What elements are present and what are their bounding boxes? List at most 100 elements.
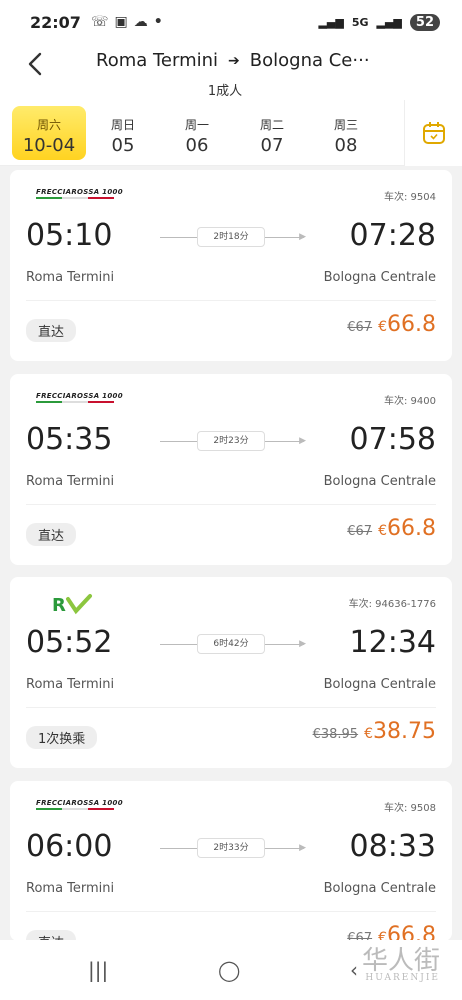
date-weekday: 周三 xyxy=(333,118,358,132)
arrow-head-icon: ▶ xyxy=(299,639,306,649)
date-tab-active[interactable]: 周六 10-04 xyxy=(12,106,86,160)
price: €67 €66.8 xyxy=(347,312,436,337)
divider xyxy=(26,707,436,708)
departure-station: Roma Termini xyxy=(26,677,115,692)
price: €67 €66.8 xyxy=(347,516,436,541)
destination-station: Bologna Ce··· xyxy=(249,50,370,71)
train-brand: R xyxy=(52,593,96,619)
route-type-badge: 1次换乘 xyxy=(26,726,98,749)
date-weekday: 周日 xyxy=(110,118,135,132)
date-number: 07 xyxy=(260,135,284,156)
date-tab[interactable]: 周三 08 xyxy=(309,106,383,160)
chevron-left-icon xyxy=(28,52,42,76)
duration: ▶ 2时33分 xyxy=(160,838,306,858)
duration-label: 2时23分 xyxy=(197,431,265,451)
train-number: 车次: 9508 xyxy=(384,803,436,814)
frecciarossa-logo-icon: FRECCIAROSSA 1000 xyxy=(36,799,123,810)
passenger-count: 1成人 xyxy=(207,84,243,99)
departure-time: 05:35 xyxy=(26,422,113,457)
route-type-badge: 直达 xyxy=(26,523,77,546)
brand-name: FRECCIAROSSA 1000 xyxy=(36,799,123,807)
arrow-head-icon: ▶ xyxy=(299,843,306,853)
current-price: 66.8 xyxy=(387,312,436,337)
duration: ▶ 6时42分 xyxy=(160,634,306,654)
duration-label: 2时33分 xyxy=(197,838,265,858)
date-number: 06 xyxy=(185,135,209,156)
train-card[interactable]: FRECCIAROSSA 1000 车次: 9400 05:35 ▶ 2时23分… xyxy=(10,374,452,565)
price: €38.95 €38.75 xyxy=(313,719,436,744)
duration-label: 6时42分 xyxy=(197,634,265,654)
train-card[interactable]: R 车次: 94636-1776 05:52 ▶ 6时42分 12:34 Rom… xyxy=(10,577,452,768)
departure-station: Roma Termini xyxy=(26,881,115,896)
date-selector: 周六 10-04 周日 05 周一 06 周二 07 周三 08 xyxy=(0,100,462,166)
calendar-icon xyxy=(422,122,445,144)
origin-station: Roma Termini xyxy=(96,50,219,71)
calendar-button[interactable] xyxy=(404,100,462,166)
arrow-right-icon: ➔ xyxy=(228,52,240,69)
arrival-time: 07:58 xyxy=(349,422,436,457)
arrow-head-icon: ▶ xyxy=(299,436,306,446)
route-type-badge: 直达 xyxy=(26,319,77,342)
duration: ▶ 2时18分 xyxy=(160,227,306,247)
arrival-time: 08:33 xyxy=(349,829,436,864)
rv-logo-icon: R xyxy=(52,594,92,616)
date-number: 10-04 xyxy=(22,135,76,156)
arrival-time: 12:34 xyxy=(349,625,436,660)
arrival-station: Bologna Centrale xyxy=(323,270,436,285)
route-title: Roma Termini ➔ Bologna Ce··· xyxy=(96,50,370,71)
network-label: 5G xyxy=(351,15,369,29)
back-nav-icon[interactable]: ‹ xyxy=(350,958,358,982)
departure-time: 05:10 xyxy=(26,218,113,253)
date-number: 08 xyxy=(334,135,358,156)
brand-name: FRECCIAROSSA 1000 xyxy=(36,392,123,400)
train-number: 车次: 94636-1776 xyxy=(348,599,436,610)
train-number: 车次: 9504 xyxy=(384,192,436,203)
notification-icon: ☏ xyxy=(90,14,109,30)
current-price: 66.8 xyxy=(387,516,436,541)
currency-symbol: € xyxy=(378,319,388,335)
back-button[interactable] xyxy=(22,48,52,78)
train-card[interactable]: FRECCIAROSSA 1000 车次: 9504 05:10 ▶ 2时18分… xyxy=(10,170,452,361)
watermark-main: 华人街 xyxy=(361,946,440,976)
date-tab[interactable]: 周二 07 xyxy=(235,106,309,160)
train-brand: FRECCIAROSSA 1000 xyxy=(36,188,123,199)
date-tab[interactable]: 周一 06 xyxy=(160,106,234,160)
departure-station: Roma Termini xyxy=(26,270,115,285)
currency-symbol: € xyxy=(378,523,388,539)
original-price: €67 xyxy=(347,524,373,539)
arrival-station: Bologna Centrale xyxy=(323,881,436,896)
frecciarossa-logo-icon: FRECCIAROSSA 1000 xyxy=(36,188,123,199)
cloud-icon: ☁ xyxy=(133,14,148,30)
signal-icon: ▂▄▆ xyxy=(318,15,344,29)
date-weekday: 周一 xyxy=(184,118,209,132)
arrival-station: Bologna Centrale xyxy=(323,474,436,489)
home-icon[interactable]: ◯ xyxy=(218,958,240,982)
train-card[interactable]: FRECCIAROSSA 1000 车次: 9508 06:00 ▶ 2时33分… xyxy=(10,781,452,953)
watermark: 华人街 HUARENJIE xyxy=(362,940,440,983)
arrival-time: 07:28 xyxy=(349,218,436,253)
date-weekday: 周二 xyxy=(259,118,284,132)
date-number: 05 xyxy=(111,135,135,156)
arrival-station: Bologna Centrale xyxy=(323,677,436,692)
status-time: 22:07 xyxy=(30,12,81,32)
signal-icon-2: ▂▄▆ xyxy=(376,15,402,29)
battery-indicator: 52 xyxy=(409,13,440,31)
original-price: €67 xyxy=(347,320,373,335)
departure-time: 05:52 xyxy=(26,625,113,660)
svg-text:R: R xyxy=(52,595,66,615)
date-tab[interactable]: 周日 05 xyxy=(86,106,160,160)
date-weekday: 周六 xyxy=(36,118,61,132)
train-brand: FRECCIAROSSA 1000 xyxy=(36,799,123,810)
train-brand: FRECCIAROSSA 1000 xyxy=(36,392,123,403)
duration-label: 2时18分 xyxy=(197,227,265,247)
departure-time: 06:00 xyxy=(26,829,113,864)
divider xyxy=(26,911,436,912)
departure-station: Roma Termini xyxy=(26,474,115,489)
train-number: 车次: 9400 xyxy=(384,396,436,407)
original-price: €38.95 xyxy=(312,727,359,742)
status-bar: 22:07 ☏ ▣ ☁ • ▂▄▆ 5G ▂▄▆ 52 xyxy=(0,0,462,44)
duration: ▶ 2时23分 xyxy=(160,431,306,451)
dot-icon: • xyxy=(153,14,163,30)
header: Roma Termini ➔ Bologna Ce··· 1成人 xyxy=(0,44,462,100)
recent-apps-icon[interactable]: ||| xyxy=(88,958,108,982)
